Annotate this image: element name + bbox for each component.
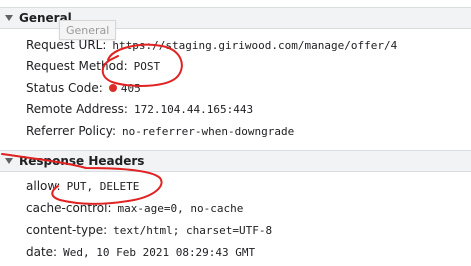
referrer-policy-row: Referrer Policy: no-referrer-when-downgr… — [26, 120, 294, 142]
cache-control-header-row: cache-control: max-age=0, no-cache — [26, 197, 243, 219]
remote-address-value[interactable]: 172.104.44.165:443 — [134, 103, 253, 116]
remote-address-row: Remote Address: 172.104.44.165:443 — [26, 98, 253, 120]
status-code-value[interactable]: 405 — [121, 82, 141, 95]
request-url-label: Request URL: — [26, 38, 107, 52]
status-code-label: Status Code: — [26, 81, 103, 95]
allow-header-row: allow: PUT, DELETE — [26, 175, 139, 197]
request-url-row: Request URL: https://staging.giriwood.co… — [26, 34, 397, 56]
network-headers-panel: General General Request URL: https://sta… — [0, 0, 471, 266]
allow-header-label: allow: — [26, 179, 61, 193]
triangle-down-icon[interactable] — [5, 158, 13, 164]
date-header-label: date: — [26, 245, 58, 259]
request-method-value[interactable]: POST — [134, 60, 161, 73]
status-error-dot-icon — [108, 84, 117, 92]
status-code-row: Status Code: 405 — [26, 77, 141, 99]
referrer-policy-value[interactable]: no-referrer-when-downgrade — [122, 125, 294, 138]
request-method-label: Request Method: — [26, 59, 128, 73]
cache-control-header-value[interactable]: max-age=0, no-cache — [118, 202, 244, 215]
date-header-row: date: Wed, 10 Feb 2021 08:29:43 GMT — [26, 241, 255, 263]
referrer-policy-label: Referrer Policy: — [26, 124, 116, 138]
cache-control-header-label: cache-control: — [26, 201, 112, 215]
triangle-down-icon[interactable] — [5, 15, 13, 21]
request-url-value[interactable]: https://staging.giriwood.com/manage/offe… — [112, 39, 397, 52]
response-headers-section-header[interactable]: Response Headers — [0, 150, 471, 172]
request-method-row: Request Method: POST — [26, 55, 160, 77]
response-headers-section-title: Response Headers — [19, 154, 145, 168]
date-header-value[interactable]: Wed, 10 Feb 2021 08:29:43 GMT — [63, 246, 255, 259]
content-type-header-row: content-type: text/html; charset=UTF-8 — [26, 219, 272, 241]
content-type-header-label: content-type: — [26, 223, 108, 237]
content-type-header-value[interactable]: text/html; charset=UTF-8 — [113, 224, 272, 237]
allow-header-value[interactable]: PUT, DELETE — [67, 180, 140, 193]
remote-address-label: Remote Address: — [26, 102, 128, 116]
